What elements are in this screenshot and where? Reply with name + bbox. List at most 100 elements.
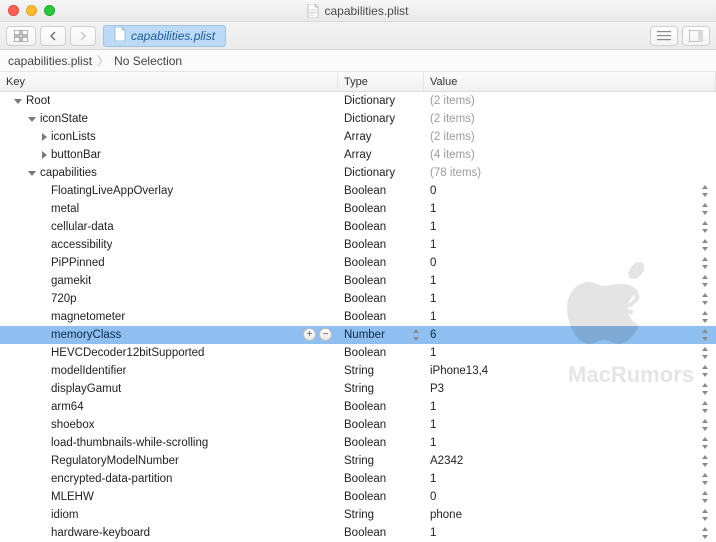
- close-window-button[interactable]: [8, 5, 19, 16]
- add-row-button[interactable]: +: [303, 328, 316, 341]
- value-cell[interactable]: 1: [424, 200, 716, 218]
- outline-row[interactable]: RegulatoryModelNumberStringA2342: [0, 452, 716, 470]
- disclosure-triangle-icon[interactable]: [28, 171, 36, 176]
- type-cell[interactable]: Boolean: [338, 272, 424, 290]
- outline-row[interactable]: accessibilityBoolean1: [0, 236, 716, 254]
- value-stepper-icon[interactable]: [700, 454, 710, 468]
- key-cell[interactable]: encrypted-data-partition: [0, 470, 338, 488]
- value-stepper-icon[interactable]: [700, 202, 710, 216]
- type-cell[interactable]: Boolean: [338, 344, 424, 362]
- key-cell[interactable]: gamekit: [0, 272, 338, 290]
- list-view-button[interactable]: [650, 26, 678, 46]
- value-stepper-icon[interactable]: [700, 490, 710, 504]
- outline-row[interactable]: encrypted-data-partitionBoolean1: [0, 470, 716, 488]
- column-header-key[interactable]: Key: [0, 72, 338, 91]
- value-cell[interactable]: phone: [424, 506, 716, 524]
- value-stepper-icon[interactable]: [700, 292, 710, 306]
- value-cell[interactable]: A2342: [424, 452, 716, 470]
- type-cell[interactable]: Number: [338, 326, 424, 344]
- outline-row[interactable]: MLEHWBoolean0: [0, 488, 716, 506]
- outline-row[interactable]: gamekitBoolean1: [0, 272, 716, 290]
- outline-row[interactable]: arm64Boolean1: [0, 398, 716, 416]
- type-cell[interactable]: Boolean: [338, 416, 424, 434]
- related-items-button[interactable]: [6, 26, 36, 46]
- type-cell[interactable]: Boolean: [338, 434, 424, 452]
- outline-row[interactable]: modelIdentifierStringiPhone13,4: [0, 362, 716, 380]
- key-cell[interactable]: cellular-data: [0, 218, 338, 236]
- value-cell[interactable]: 1: [424, 290, 716, 308]
- value-stepper-icon[interactable]: [700, 382, 710, 396]
- type-cell[interactable]: Array: [338, 128, 424, 146]
- disclosure-triangle-icon[interactable]: [42, 151, 47, 159]
- type-cell[interactable]: Boolean: [338, 218, 424, 236]
- disclosure-triangle-icon[interactable]: [28, 117, 36, 122]
- outline-row[interactable]: PiPPinnedBoolean0: [0, 254, 716, 272]
- value-cell[interactable]: (2 items): [424, 128, 716, 146]
- value-stepper-icon[interactable]: [700, 436, 710, 450]
- back-button[interactable]: [40, 26, 66, 46]
- value-cell[interactable]: iPhone13,4: [424, 362, 716, 380]
- remove-row-button[interactable]: −: [319, 328, 332, 341]
- type-cell[interactable]: Boolean: [338, 308, 424, 326]
- type-cell[interactable]: Boolean: [338, 236, 424, 254]
- type-cell[interactable]: Boolean: [338, 254, 424, 272]
- type-cell[interactable]: Boolean: [338, 200, 424, 218]
- key-cell[interactable]: iconLists: [0, 128, 338, 146]
- value-stepper-icon[interactable]: [700, 472, 710, 486]
- column-header-type[interactable]: Type: [338, 72, 424, 91]
- outline-row[interactable]: RootDictionary(2 items): [0, 92, 716, 110]
- value-stepper-icon[interactable]: [700, 508, 710, 522]
- zoom-window-button[interactable]: [44, 5, 55, 16]
- type-cell[interactable]: Dictionary: [338, 164, 424, 182]
- value-cell[interactable]: 1: [424, 470, 716, 488]
- value-cell[interactable]: 1: [424, 434, 716, 452]
- value-cell[interactable]: 0: [424, 182, 716, 200]
- key-cell[interactable]: load-thumbnails-while-scrolling: [0, 434, 338, 452]
- outline-row[interactable]: hardware-keyboardBoolean1: [0, 524, 716, 542]
- type-cell[interactable]: String: [338, 380, 424, 398]
- value-cell[interactable]: 1: [424, 416, 716, 434]
- type-cell[interactable]: Dictionary: [338, 92, 424, 110]
- outline-row[interactable]: memoryClass+−Number6: [0, 326, 716, 344]
- value-cell[interactable]: 1: [424, 236, 716, 254]
- outline-row[interactable]: buttonBarArray(4 items): [0, 146, 716, 164]
- value-cell[interactable]: 1: [424, 218, 716, 236]
- value-stepper-icon[interactable]: [700, 220, 710, 234]
- outline-row[interactable]: iconStateDictionary(2 items): [0, 110, 716, 128]
- key-cell[interactable]: idiom: [0, 506, 338, 524]
- value-cell[interactable]: (2 items): [424, 110, 716, 128]
- value-cell[interactable]: 1: [424, 308, 716, 326]
- value-cell[interactable]: P3: [424, 380, 716, 398]
- value-cell[interactable]: 0: [424, 254, 716, 272]
- key-cell[interactable]: metal: [0, 200, 338, 218]
- value-stepper-icon[interactable]: [700, 274, 710, 288]
- key-cell[interactable]: magnetometer: [0, 308, 338, 326]
- type-cell[interactable]: Boolean: [338, 470, 424, 488]
- value-stepper-icon[interactable]: [700, 526, 710, 540]
- value-cell[interactable]: 1: [424, 272, 716, 290]
- key-cell[interactable]: shoebox: [0, 416, 338, 434]
- disclosure-triangle-icon[interactable]: [14, 99, 22, 104]
- outline-row[interactable]: iconListsArray(2 items): [0, 128, 716, 146]
- key-cell[interactable]: hardware-keyboard: [0, 524, 338, 542]
- type-cell[interactable]: String: [338, 362, 424, 380]
- outline-row[interactable]: displayGamutStringP3: [0, 380, 716, 398]
- value-cell[interactable]: 1: [424, 524, 716, 542]
- value-stepper-icon[interactable]: [700, 184, 710, 198]
- value-stepper-icon[interactable]: [700, 310, 710, 324]
- key-cell[interactable]: HEVCDecoder12bitSupported: [0, 344, 338, 362]
- outline-row[interactable]: HEVCDecoder12bitSupportedBoolean1: [0, 344, 716, 362]
- key-cell[interactable]: PiPPinned: [0, 254, 338, 272]
- key-cell[interactable]: modelIdentifier: [0, 362, 338, 380]
- outline-row[interactable]: FloatingLiveAppOverlayBoolean0: [0, 182, 716, 200]
- outline-row[interactable]: metalBoolean1: [0, 200, 716, 218]
- key-cell[interactable]: 720p: [0, 290, 338, 308]
- key-cell[interactable]: displayGamut: [0, 380, 338, 398]
- key-cell[interactable]: accessibility: [0, 236, 338, 254]
- value-cell[interactable]: 6: [424, 326, 716, 344]
- type-stepper-icon[interactable]: [412, 329, 420, 341]
- value-stepper-icon[interactable]: [700, 400, 710, 414]
- outline-row[interactable]: 720pBoolean1: [0, 290, 716, 308]
- minimize-window-button[interactable]: [26, 5, 37, 16]
- outline-body[interactable]: RootDictionary(2 items)iconStateDictiona…: [0, 92, 716, 542]
